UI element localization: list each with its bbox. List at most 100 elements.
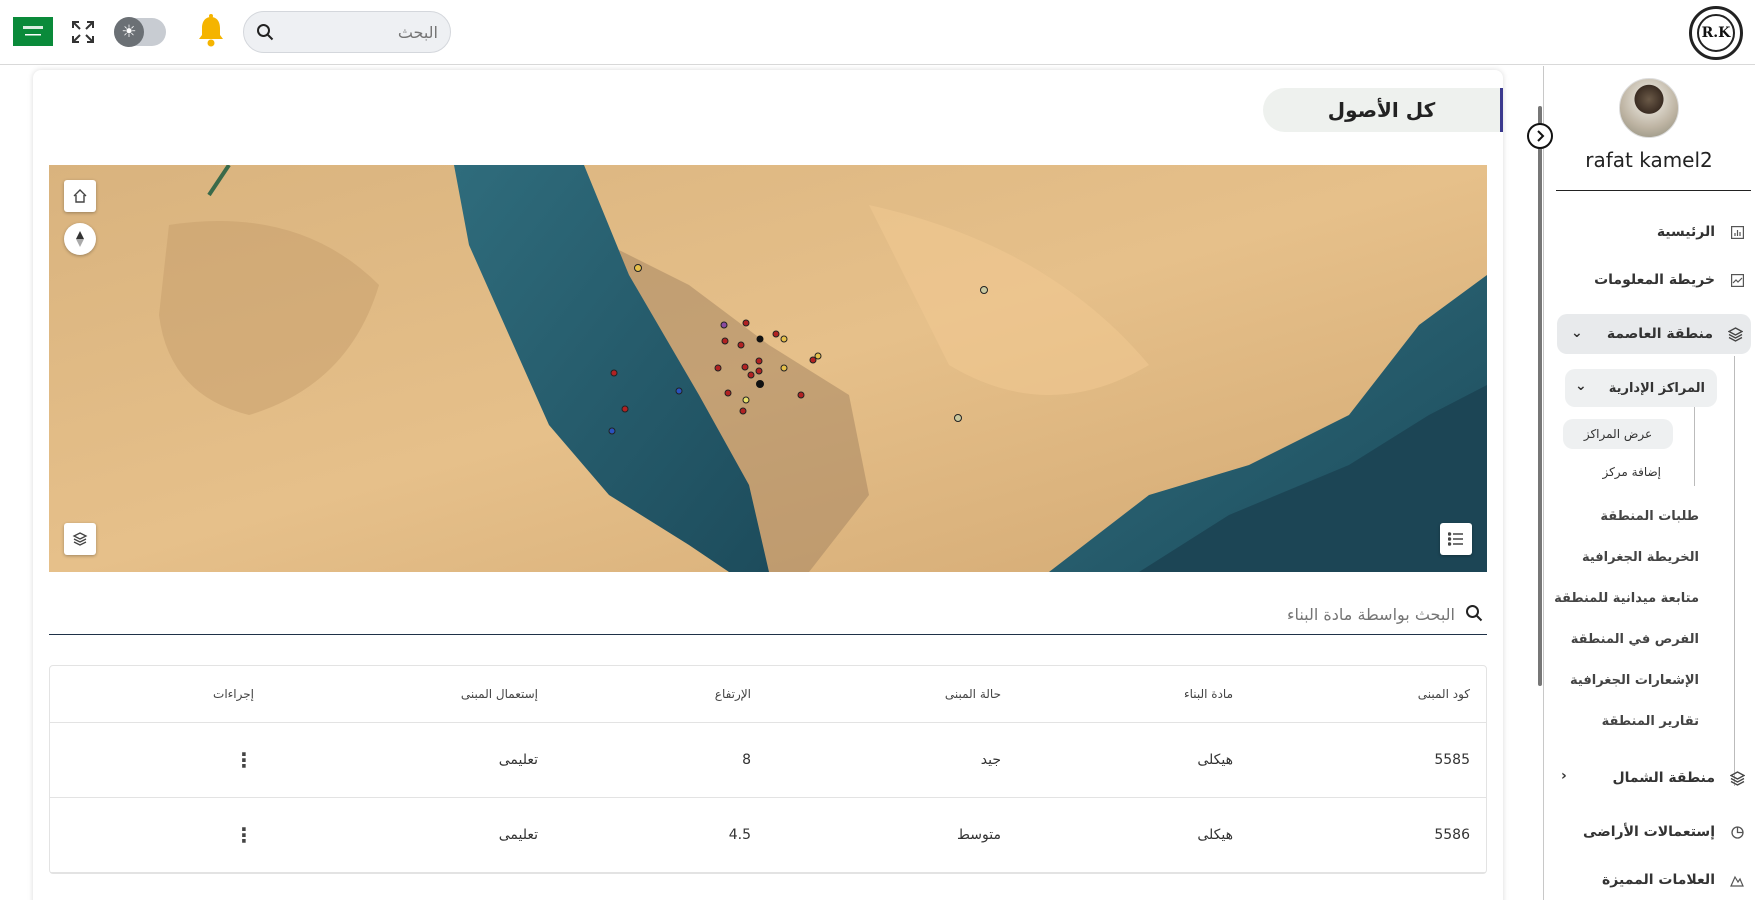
chevron-down-icon: ⌄ — [1575, 378, 1587, 394]
column-header[interactable]: مادة البناء — [1184, 666, 1233, 722]
map-marker[interactable] — [714, 364, 722, 372]
tree-line — [1694, 406, 1695, 486]
compass-icon[interactable] — [64, 223, 96, 255]
app-logo[interactable]: R.K — [1689, 6, 1743, 60]
logo-text: R.K — [1697, 14, 1735, 52]
layers-icon — [1729, 770, 1745, 786]
expand-icon[interactable] — [70, 19, 96, 45]
collapse-sidebar-icon[interactable] — [1527, 123, 1553, 149]
divider — [1556, 190, 1751, 191]
sidebar-item-geo-map[interactable]: الخريطة الجغرافية — [1582, 550, 1699, 565]
cell-code: 5585 — [1434, 752, 1470, 768]
map-marker[interactable] — [737, 341, 745, 349]
map-icon — [1729, 272, 1745, 288]
sidebar-item-view-centers[interactable]: عرض المراكز — [1563, 419, 1673, 449]
sidebar-item-land-use[interactable]: إستعمالات الأراضى — [1583, 812, 1745, 852]
sidebar-item-opportunities[interactable]: الفرص في المنطقة — [1571, 632, 1699, 647]
assets-map[interactable] — [49, 165, 1487, 572]
sidebar-item-label: الرئيسية — [1656, 224, 1715, 240]
map-marker[interactable] — [747, 371, 755, 379]
search-icon — [256, 23, 274, 45]
cell-usage: تعليمى — [498, 827, 538, 843]
cell-status: جيد — [980, 752, 1001, 768]
landmark-icon — [1729, 872, 1745, 888]
pie-icon — [1729, 824, 1745, 840]
table-search[interactable] — [49, 595, 1487, 635]
cell-height: 4.5 — [728, 827, 751, 843]
top-bar: R.K ☀ — [0, 0, 1755, 65]
column-header[interactable]: إستعمال المبنى — [461, 666, 538, 722]
row-actions-icon[interactable]: ⋮ — [234, 723, 254, 797]
sidebar-item-landmarks[interactable]: العلامات المميزة — [1602, 860, 1745, 900]
page-title: كل الأصول — [1263, 88, 1503, 132]
sidebar-item-capital-region[interactable]: منطقة العاصمة ⌄ — [1557, 314, 1751, 354]
cell-height: 8 — [742, 752, 751, 768]
map-marker[interactable] — [742, 319, 750, 327]
map-marker[interactable] — [634, 264, 642, 272]
avatar[interactable] — [1619, 78, 1679, 138]
sidebar-item-label: العلامات المميزة — [1602, 872, 1715, 888]
map-marker[interactable] — [724, 389, 732, 397]
map-marker[interactable] — [721, 337, 729, 345]
map-marker[interactable] — [739, 407, 747, 415]
sidebar-item-field-followup[interactable]: متابعة ميدانية للمنطقة — [1554, 591, 1699, 606]
sidebar-item-region-requests[interactable]: طلبات المنطقة — [1600, 509, 1699, 524]
bell-icon[interactable] — [196, 14, 226, 48]
sidebar-item-geo-notifications[interactable]: الإشعارات الجغرافية — [1570, 673, 1699, 688]
map-marker[interactable] — [780, 335, 788, 343]
sidebar-item-label: منطقة الشمال — [1612, 770, 1715, 786]
map-marker[interactable] — [797, 391, 805, 399]
column-header: إجراءات — [213, 687, 254, 701]
map-marker[interactable] — [756, 335, 764, 343]
global-search[interactable] — [243, 11, 451, 53]
cell-material: هيكلى — [1197, 827, 1233, 843]
sidebar-subgroup-admin-centers[interactable]: المراكز الإدارية ⌄ — [1565, 369, 1717, 407]
column-header[interactable]: الإرتفاع — [715, 666, 751, 722]
sidebar-item-region-reports[interactable]: تقارير المنطقة — [1602, 714, 1699, 729]
home-icon[interactable] — [64, 180, 96, 212]
map-marker[interactable] — [772, 330, 780, 338]
sidebar-item-home[interactable]: الرئيسية — [1657, 212, 1745, 252]
theme-toggle[interactable]: ☀ — [114, 17, 166, 47]
map-marker[interactable] — [610, 369, 618, 377]
row-actions-icon[interactable]: ⋮ — [234, 798, 254, 872]
username: rafat kamel2 — [1585, 148, 1713, 172]
map-marker[interactable] — [980, 286, 988, 294]
table-row[interactable]: 5585 هيكلى جيد 8 تعليمى ⋮ — [50, 723, 1486, 798]
tree-line — [1734, 356, 1735, 786]
sidebar-item-north-region[interactable]: منطقة الشمال ‹ — [1557, 758, 1745, 798]
layers-icon[interactable] — [64, 523, 96, 555]
map-marker[interactable] — [809, 356, 817, 364]
sidebar-item-label: خريطة المعلومات — [1594, 272, 1715, 288]
main-content-card: كل الأصول البحث بواسطة مادة البناء كود ا… — [33, 70, 1503, 900]
map-marker[interactable] — [720, 321, 728, 329]
column-header[interactable]: حالة المبنى — [945, 666, 1001, 722]
chevron-left-icon: ‹ — [1561, 768, 1567, 784]
map-marker[interactable] — [755, 367, 763, 375]
cell-status: متوسط — [957, 827, 1001, 843]
sidebar-item-info-map[interactable]: خريطة المعلومات — [1594, 260, 1745, 300]
saudi-flag-icon[interactable] — [13, 17, 53, 46]
map-marker[interactable] — [780, 364, 788, 372]
map-marker[interactable] — [675, 387, 683, 395]
map-marker[interactable] — [756, 380, 764, 388]
sun-icon: ☀ — [114, 17, 144, 47]
sidebar-scrollbar[interactable] — [1538, 106, 1542, 686]
sidebar-item-label: إستعمالات الأراضى — [1583, 824, 1715, 840]
assets-table: كود المبنى مادة البناء حالة المبنى الإرت… — [49, 665, 1487, 874]
map-marker[interactable] — [755, 357, 763, 365]
map-marker[interactable] — [608, 427, 616, 435]
satellite-map[interactable] — [49, 165, 1487, 572]
table-header-row: كود المبنى مادة البناء حالة المبنى الإرت… — [50, 666, 1486, 723]
cell-material: هيكلى — [1197, 752, 1233, 768]
search-input[interactable] — [288, 22, 438, 42]
map-marker[interactable] — [742, 396, 750, 404]
material-search-input[interactable] — [955, 605, 1455, 624]
column-header[interactable]: كود المبنى — [1418, 666, 1470, 722]
table-row[interactable]: 5586 هيكلى متوسط 4.5 تعليمى ⋮ — [50, 798, 1486, 873]
map-marker[interactable] — [954, 414, 962, 422]
sidebar-item-add-center[interactable]: إضافة مركز — [1602, 465, 1661, 479]
legend-list-icon[interactable] — [1440, 523, 1472, 555]
map-marker[interactable] — [621, 405, 629, 413]
map-marker[interactable] — [741, 363, 749, 371]
